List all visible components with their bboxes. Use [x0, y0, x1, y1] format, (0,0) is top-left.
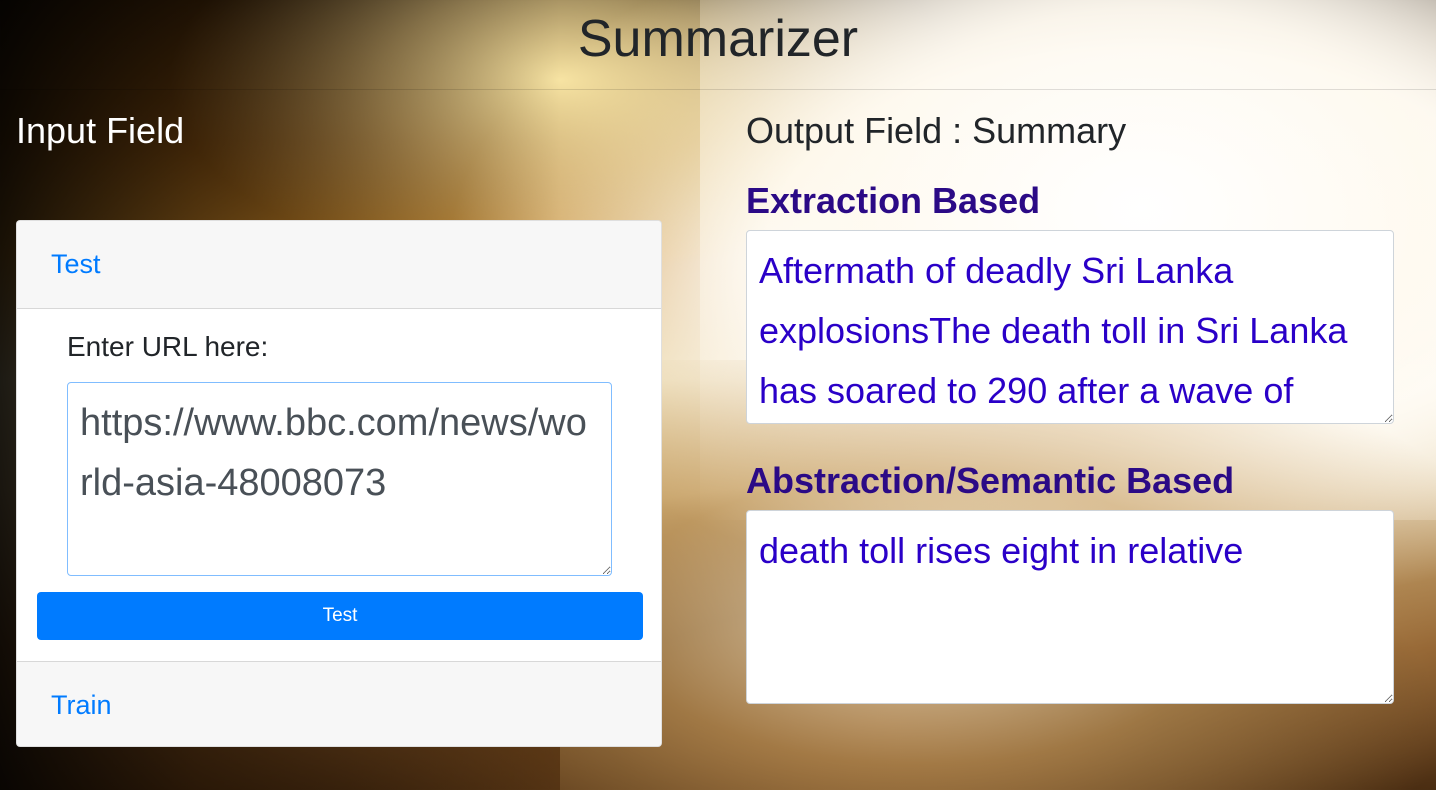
test-panel-body: Enter URL here: https://www.bbc.com/news…: [17, 309, 661, 661]
accordion-header-test[interactable]: Test: [17, 221, 661, 309]
url-input[interactable]: https://www.bbc.com/news/world-asia-4800…: [67, 382, 612, 576]
page-header: Summarizer: [0, 0, 1436, 90]
abstraction-summary-output[interactable]: death toll rises eight in relative: [746, 510, 1394, 704]
train-tab-link[interactable]: Train: [51, 690, 112, 721]
page-title: Summarizer: [577, 10, 859, 68]
test-tab-link[interactable]: Test: [51, 249, 101, 280]
extraction-label: Extraction Based: [746, 180, 1041, 221]
input-field-heading: Input Field: [16, 110, 185, 151]
accordion-header-train[interactable]: Train: [17, 661, 661, 746]
url-label: Enter URL here:: [67, 331, 269, 362]
abstraction-label: Abstraction/Semantic Based: [746, 460, 1235, 501]
extraction-summary-output[interactable]: Aftermath of deadly Sri Lanka explosions…: [746, 230, 1394, 424]
test-button[interactable]: Test: [37, 592, 643, 640]
output-field-heading: Output Field : Summary: [746, 110, 1127, 151]
input-accordion: Test Enter URL here: https://www.bbc.com…: [16, 220, 662, 747]
